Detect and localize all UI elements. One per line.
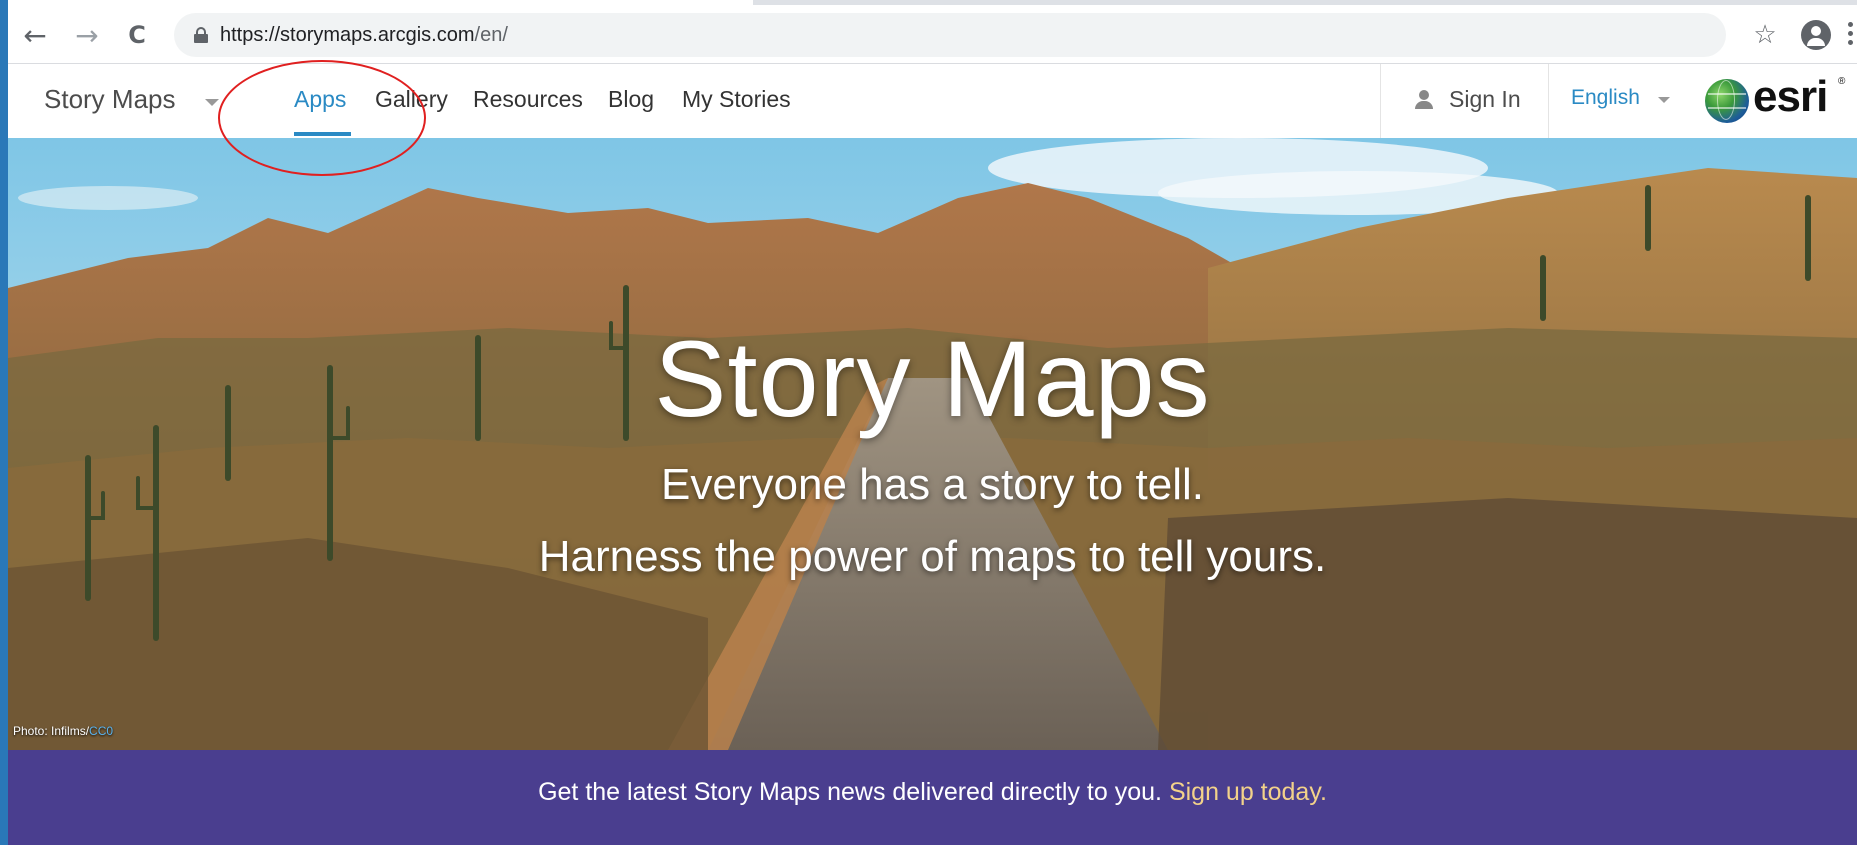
hero-subtitle: Everyone has a story to tell.	[661, 460, 1204, 509]
newsletter-message: Get the latest Story Maps news delivered…	[538, 778, 1162, 806]
registered-mark: ®	[1838, 76, 1846, 87]
hero-landscape-image	[8, 138, 1857, 750]
newsletter-banner: Get the latest Story Maps news delivered…	[8, 750, 1857, 845]
user-icon[interactable]	[1414, 90, 1434, 110]
hero-banner: Story Maps Everyone has a story to tell.…	[8, 138, 1857, 750]
esri-globe-icon[interactable]	[1705, 79, 1749, 123]
profile-icon[interactable]	[1801, 20, 1831, 50]
header-divider	[1380, 64, 1381, 138]
nav-resources[interactable]: Resources	[473, 86, 583, 113]
chevron-down-icon[interactable]	[1658, 97, 1670, 103]
nav-my-stories[interactable]: My Stories	[682, 86, 791, 113]
language-selector[interactable]: English	[1571, 86, 1640, 110]
lock-icon[interactable]	[194, 27, 208, 43]
photo-credit-text: Photo: Infilms/	[13, 724, 90, 738]
bookmark-star-icon[interactable]: ☆	[1748, 18, 1782, 52]
brand-menu[interactable]: Story Maps	[44, 84, 176, 115]
photo-credit: Photo: Infilms/CC0	[13, 724, 113, 738]
active-tab[interactable]	[8, 0, 753, 5]
license-link[interactable]: CC0	[89, 724, 113, 738]
header-divider	[1548, 64, 1549, 138]
url-host: https://storymaps.arcgis.com	[220, 24, 475, 46]
esri-logo[interactable]: esri	[1753, 72, 1828, 122]
tab-strip	[8, 0, 1857, 5]
url-path: /en/	[474, 24, 508, 46]
url-text[interactable]: https://storymaps.arcgis.com/en/	[220, 24, 508, 47]
newsletter-text: Get the latest Story Maps news delivered…	[8, 778, 1857, 807]
sign-in-link[interactable]: Sign In	[1449, 86, 1521, 113]
address-bar[interactable]: https://storymaps.arcgis.com/en/	[174, 13, 1726, 57]
annotation-circle	[218, 60, 426, 176]
hero-title: Story Maps	[654, 318, 1211, 439]
forward-arrow-icon[interactable]: →	[70, 18, 104, 52]
browser-toolbar: ← → C https://storymaps.arcgis.com/en/ ☆	[8, 0, 1857, 64]
nav-blog[interactable]: Blog	[608, 86, 654, 113]
back-arrow-icon[interactable]: ←	[18, 18, 52, 52]
browser-window: ← → C https://storymaps.arcgis.com/en/ ☆…	[8, 0, 1857, 845]
menu-dots-icon[interactable]	[1848, 22, 1854, 48]
chevron-down-icon[interactable]	[205, 99, 219, 106]
sign-up-link[interactable]: Sign up today.	[1169, 778, 1327, 806]
hero-subtitle: Harness the power of maps to tell yours.	[538, 532, 1327, 581]
reload-icon[interactable]: C	[120, 18, 154, 52]
